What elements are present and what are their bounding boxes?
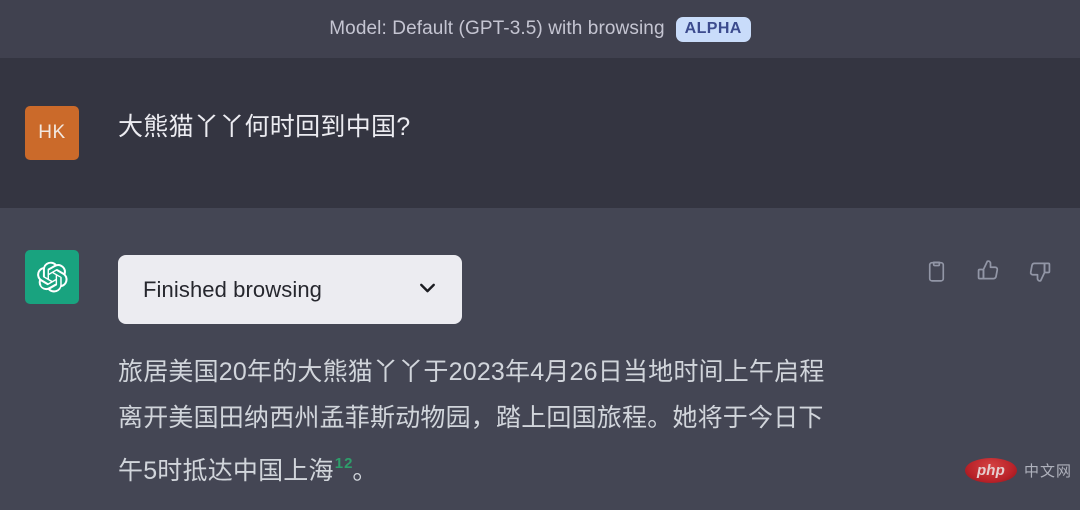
answer-line-2: 离开美国田纳西州孟菲斯动物园，踏上回国旅程。她将于今日下 <box>118 404 824 432</box>
thumbs-up-icon[interactable] <box>975 258 1001 284</box>
watermark: php 中文网 <box>964 458 1072 483</box>
answer-line-3-text: 午5时抵达中国上海 <box>118 457 334 485</box>
alpha-badge: ALPHA <box>675 16 751 42</box>
user-message-row: HK 大熊猫丫丫何时回到中国? <box>0 58 1080 208</box>
user-message-text: 大熊猫丫丫何时回到中国? <box>118 113 411 141</box>
chat-screenshot: Model: Default (GPT-3.5) with browsing A… <box>0 0 1080 510</box>
message-actions <box>923 258 1053 284</box>
model-header-label: Model: Default (GPT-3.5) with browsing <box>329 18 665 39</box>
answer-tail: 。 <box>352 457 378 485</box>
watermark-site-label: 中文网 <box>1023 463 1072 480</box>
copy-icon[interactable] <box>923 258 949 284</box>
finished-browsing-label: Finished browsing <box>143 276 323 302</box>
assistant-message-row: Finished browsing 旅居美国20年的大熊猫丫丫于2023年4月2… <box>0 208 1080 510</box>
thumbs-down-icon[interactable] <box>1027 258 1053 284</box>
avatar-user: HK <box>25 106 79 160</box>
answer-line-1: 旅居美国20年的大熊猫丫丫于2023年4月26日当地时间上午启程 <box>118 358 825 386</box>
php-logo-icon: php <box>964 458 1017 483</box>
answer-line-3: 午5时抵达中国上海12。 <box>118 441 918 494</box>
model-header: Model: Default (GPT-3.5) with browsing A… <box>0 0 1080 58</box>
avatar-assistant <box>25 250 79 304</box>
openai-logo-icon <box>35 260 69 294</box>
finished-browsing-panel[interactable]: Finished browsing <box>118 255 462 324</box>
avatar-initials: HK <box>38 122 66 143</box>
assistant-answer-text: 旅居美国20年的大熊猫丫丫于2023年4月26日当地时间上午启程 离开美国田纳西… <box>118 349 918 494</box>
citation-link-1[interactable]: 1 <box>335 455 343 472</box>
chevron-down-icon[interactable] <box>415 275 440 305</box>
